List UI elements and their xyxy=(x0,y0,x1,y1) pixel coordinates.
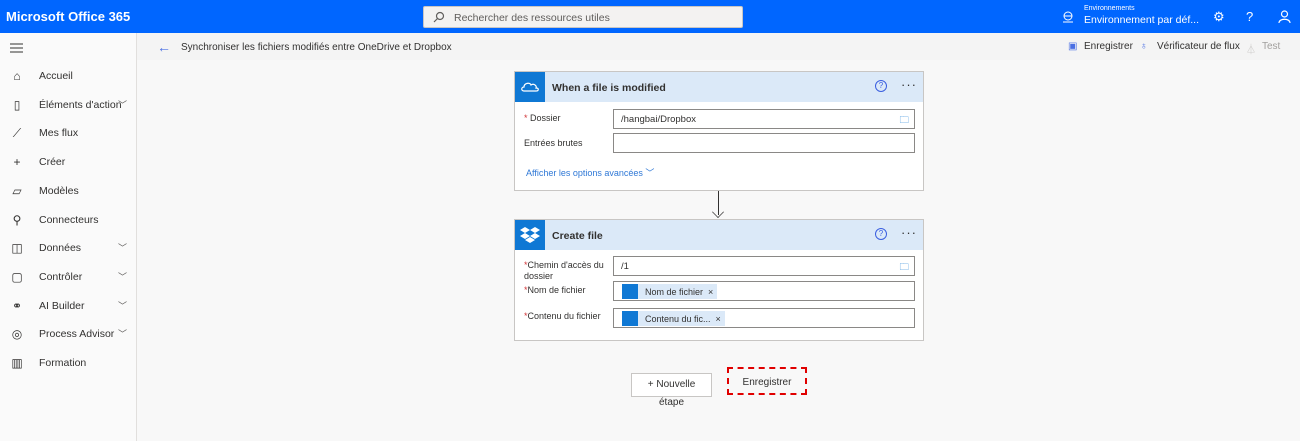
sidebar-item-process-advisor[interactable]: ◎ Process Advisor ﹀ xyxy=(0,321,137,347)
sidebar-item-formation[interactable]: ▥ Formation xyxy=(0,350,137,376)
show-advanced-options-link[interactable]: Afficher les options avancées ﹀ xyxy=(526,166,654,179)
environment-label: Environnements xyxy=(1084,5,1135,12)
more-options-icon[interactable]: ··· xyxy=(901,225,917,240)
chevron-down-icon[interactable]: ﹀ xyxy=(118,98,127,111)
raw-inputs-field[interactable] xyxy=(613,133,915,153)
nav-icon: ▥ xyxy=(11,356,23,370)
nav-icon: ▢ xyxy=(11,269,23,284)
folder-label: * Dossier xyxy=(524,113,561,123)
nav-icon: ⚲ xyxy=(12,212,22,227)
raw-inputs-label: Entrées brutes xyxy=(524,138,583,148)
sidebar-item-accueil[interactable]: ⌂ Accueil xyxy=(0,63,137,89)
dropbox-icon xyxy=(515,220,545,250)
sidebar-item-label: Contrôler xyxy=(39,270,83,283)
sidebar-item-contrôler[interactable]: ▢ Contrôler ﹀ xyxy=(0,264,137,290)
sidebar-item-label: Formation xyxy=(39,357,87,369)
sidebar-item-ai-builder[interactable]: ⚭ AI Builder ﹀ xyxy=(0,293,137,319)
help-icon[interactable]: ? xyxy=(875,228,887,240)
onedrive-icon xyxy=(515,72,545,102)
flask-icon: ⏃ xyxy=(1246,45,1256,56)
chevron-down-icon[interactable]: ﹀ xyxy=(118,327,127,340)
folder-input[interactable]: /hangbai/Dropbox 🗀 xyxy=(613,109,915,129)
nav-icon: ◎ xyxy=(11,327,23,342)
top-bar: Microsoft Office 365 Rechercher des ress… xyxy=(0,0,1300,33)
sidebar-item-label: Créer xyxy=(39,156,66,169)
nav-icon: ⚭ xyxy=(11,298,23,313)
chevron-down-icon[interactable]: ﹀ xyxy=(118,299,127,312)
new-step-button[interactable]: + Nouvelle xyxy=(631,373,712,397)
folder-picker-icon[interactable]: 🗀 xyxy=(899,113,909,129)
hamburger-menu-icon[interactable] xyxy=(10,43,23,53)
trigger-card: When a file is modified ? ··· * Dossier … xyxy=(514,71,924,191)
settings-icon[interactable]: ⚙ xyxy=(1213,9,1225,25)
sidebar-item-données[interactable]: ◫ Données ﹀ xyxy=(0,235,137,261)
sidebar-item-label: Mes flux xyxy=(39,127,79,140)
stethoscope-icon: ♁ xyxy=(1140,41,1148,52)
flow-checker-button[interactable]: Vérificateur de flux xyxy=(1157,41,1240,52)
new-step-button-label[interactable]: étape xyxy=(631,397,712,408)
save-button[interactable]: Enregistrer xyxy=(727,367,807,395)
folder-path-input[interactable]: /1 🗀 xyxy=(613,256,915,276)
trigger-title: When a file is modified xyxy=(552,82,666,94)
toolbar-save-button[interactable]: Enregistrer xyxy=(1084,41,1133,52)
file-name-label: *Nom de fichier xyxy=(524,285,586,295)
trigger-card-header[interactable]: When a file is modified ? ··· xyxy=(515,72,923,102)
sidebar-item-créer[interactable]: + Créer xyxy=(0,149,137,175)
action-card: Create file ? ··· *Chemin d'accès du dos… xyxy=(514,219,924,341)
sidebar-item-connecteurs[interactable]: ⚲ Connecteurs xyxy=(0,207,137,233)
nav-icon: ◫ xyxy=(11,241,23,256)
arrow-down-icon xyxy=(712,206,724,218)
help-icon[interactable]: ? xyxy=(875,80,887,92)
dynamic-content-token[interactable]: Nom de fichier × xyxy=(622,284,718,299)
search-placeholder: Rechercher des ressources utiles xyxy=(454,12,610,24)
remove-token-icon[interactable]: × xyxy=(716,314,725,324)
chevron-down-icon: ﹀ xyxy=(645,168,655,178)
sidebar-item-label: Accueil xyxy=(39,70,73,82)
dynamic-content-token[interactable]: Contenu du fic... × xyxy=(622,311,725,326)
test-button[interactable]: Test xyxy=(1262,41,1280,52)
nav-icon: + xyxy=(13,155,21,170)
globe-icon xyxy=(1063,11,1073,23)
help-icon[interactable]: ? xyxy=(1246,9,1253,24)
nav-icon: ▱ xyxy=(12,183,22,198)
folder-path-label: *Chemin d'accès du dossier xyxy=(524,260,604,281)
sidebar-item-label: Connecteurs xyxy=(39,213,99,226)
chevron-down-icon[interactable]: ﹀ xyxy=(118,270,127,283)
onedrive-icon xyxy=(622,284,638,299)
nav-icon: ▯ xyxy=(13,97,21,112)
onedrive-icon xyxy=(622,311,638,326)
environment-value: Environnement par déf... xyxy=(1084,14,1199,26)
file-content-label: *Contenu du fichier xyxy=(524,311,601,321)
file-name-input[interactable]: Nom de fichier × xyxy=(613,281,915,301)
folder-picker-icon[interactable]: 🗀 xyxy=(899,260,909,276)
action-title: Create file xyxy=(552,230,603,242)
flow-title: Synchroniser les fichiers modifiés entre… xyxy=(181,42,452,53)
brand-title[interactable]: Microsoft Office 365 xyxy=(6,9,130,24)
search-input[interactable]: Rechercher des ressources utiles xyxy=(423,6,743,28)
file-content-input[interactable]: Contenu du fic... × xyxy=(613,308,915,328)
sidebar-item-modèles[interactable]: ▱ Modèles xyxy=(0,178,137,204)
sidebar-item-label: Modèles xyxy=(39,184,79,197)
sidebar-item-éléments-d-action[interactable]: ▯ Éléments d'action ﹀ xyxy=(0,92,137,118)
back-arrow-icon[interactable]: ← xyxy=(157,39,171,55)
action-card-header[interactable]: Create file ? ··· xyxy=(515,220,923,250)
sidebar-item-label: Données xyxy=(39,242,82,255)
chevron-down-icon[interactable]: ﹀ xyxy=(118,241,127,254)
nav-icon: ⟋ xyxy=(12,126,22,141)
sidebar-item-mes-flux[interactable]: ⟋ Mes flux xyxy=(0,120,137,146)
more-options-icon[interactable]: ··· xyxy=(901,77,917,92)
search-icon xyxy=(433,11,445,23)
flow-toolbar: ← Synchroniser les fichiers modifiés ent… xyxy=(137,33,1300,60)
remove-token-icon[interactable]: × xyxy=(708,287,717,297)
sidebar: ⌂ Accueil ▯ Éléments d'action ﹀ ⟋ Mes flux + Cré… xyxy=(0,33,137,441)
sidebar-item-label: AI Builder xyxy=(39,299,85,312)
sidebar-item-label: Process Advisor xyxy=(39,328,115,341)
nav-icon: ⌂ xyxy=(13,69,21,83)
sidebar-item-label: Éléments d'action xyxy=(39,98,122,111)
save-icon: ▣ xyxy=(1068,41,1078,52)
user-icon[interactable] xyxy=(1278,10,1291,23)
